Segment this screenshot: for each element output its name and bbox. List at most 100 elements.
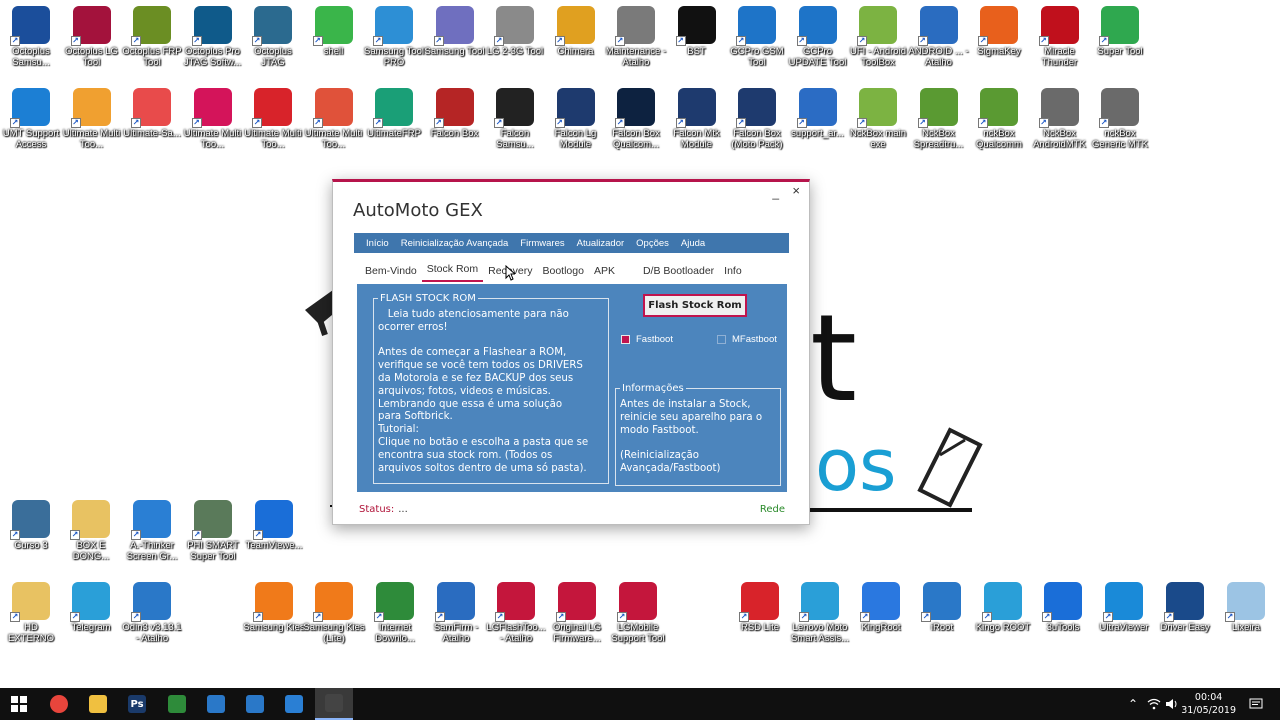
ultimate-multi-lg-icon[interactable]: ↗ <box>191 88 232 128</box>
desktop-shortcut[interactable]: ↗ Falcon Box Qualcom... <box>605 88 667 150</box>
curso-icon[interactable]: ↗ <box>10 500 50 540</box>
samsung-tool-pro-icon[interactable]: ↗ <box>373 6 413 46</box>
desktop-shortcut[interactable]: ↗ nckBox Qualcomm <box>968 88 1030 150</box>
falcon-mtk-icon[interactable]: ↗ <box>675 88 716 128</box>
screen-grabber-icon[interactable]: ↗ <box>131 500 171 540</box>
menu-reinicializacao-avancada[interactable]: Reinicialização Avançada <box>401 238 509 249</box>
taskbar-button[interactable] <box>158 688 196 720</box>
desktop-shortcut[interactable]: ↗ GCPro UPDATE Tool <box>787 6 849 68</box>
photoshop-icon[interactable]: Ps <box>128 695 146 713</box>
chimera-icon[interactable]: ↗ <box>554 6 595 46</box>
desktop-shortcut[interactable]: ↗ A.-Thinker Screen Gr... <box>121 500 183 562</box>
desktop-shortcut[interactable]: ↗ UltraViewer <box>1093 582 1155 633</box>
nckbox-main-icon[interactable]: ↗ <box>857 88 897 128</box>
fastboot-checkbox-box[interactable] <box>621 335 630 344</box>
desktop-shortcut[interactable]: ↗ Ultimate Multi Too... <box>242 88 304 150</box>
octoplus-icon[interactable]: ↗ <box>10 6 50 46</box>
desktop-shortcut[interactable]: ↗ Chimera <box>545 6 607 57</box>
falcon-lg-icon[interactable]: ↗ <box>554 88 595 128</box>
network-wifi-icon[interactable] <box>1146 688 1162 720</box>
teamviewer-icon[interactable]: ↗ <box>253 500 293 540</box>
desktop-shortcut[interactable]: ↗ Ultimate Multi Too... <box>61 88 123 150</box>
desktop-shortcut[interactable]: ↗ Falcon Samsu... <box>484 88 546 150</box>
menu-firmwares[interactable]: Firmwares <box>520 238 564 249</box>
super-tool-icon[interactable]: ↗ <box>1099 6 1139 46</box>
tab-info[interactable]: Info <box>719 265 747 282</box>
desktop-shortcut[interactable]: ↗ LGMobile Support Tool <box>607 582 669 644</box>
desktop-shortcut[interactable]: ↗ iRoot <box>911 582 973 633</box>
desktop-shortcut[interactable]: ↗ Ultimate Multi Too... <box>182 88 244 150</box>
automoto-icon[interactable] <box>325 694 343 712</box>
desktop-shortcut[interactable]: ↗ Lixeira <box>1215 582 1277 633</box>
desktop-shortcut[interactable]: ↗ UFI - Android ToolBox <box>847 6 909 68</box>
desktop-shortcut[interactable]: ↗ Samsung Tool <box>424 6 486 57</box>
desktop-shortcut[interactable]: ↗ Octoplus JTAG <box>242 6 304 68</box>
gcpro-gsm-icon[interactable]: ↗ <box>736 6 776 46</box>
taskbar-button[interactable] <box>197 688 235 720</box>
lg-tool-icon[interactable]: ↗ <box>494 6 534 46</box>
support-icon[interactable]: ↗ <box>796 88 837 128</box>
desktop-shortcut[interactable]: ↗ Internet Downlo... <box>364 582 426 644</box>
falcon-moto-icon[interactable]: ↗ <box>736 88 776 128</box>
desktop-shortcut[interactable]: ↗ Curso 3 <box>0 500 62 551</box>
miracle-thunder-icon[interactable]: ↗ <box>1038 6 1079 46</box>
desktop-shortcut[interactable]: ↗ Samsung Tool PRO <box>363 6 425 68</box>
falcon-samsung-icon[interactable]: ↗ <box>494 88 534 128</box>
desktop-shortcut[interactable]: ↗ Octoplus FRP Tool <box>121 6 183 68</box>
lg-flash-icon[interactable]: ↗ <box>495 582 535 622</box>
lenovo-moto-icon[interactable]: ↗ <box>799 582 839 622</box>
ultimate-multi-sd-icon[interactable]: ↗ <box>252 88 292 128</box>
idm-icon[interactable]: ↗ <box>374 582 414 622</box>
desktop-shortcut[interactable]: ↗ Samsung Kies <box>243 582 305 633</box>
desktop-shortcut[interactable]: ↗ nckBox Generic MTK <box>1089 88 1151 150</box>
odin-icon[interactable]: ↗ <box>131 582 171 622</box>
volume-icon[interactable] <box>1164 688 1180 720</box>
desktop-shortcut[interactable]: ↗ Miracle Thunder <box>1029 6 1091 68</box>
shell-icon[interactable]: ↗ <box>312 6 353 46</box>
octoplus-frp-icon[interactable]: ↗ <box>131 6 171 46</box>
desktop-shortcut[interactable]: ↗ LGFlashToo... - Atalho <box>485 582 547 644</box>
desktop-shortcut[interactable]: ↗ LG 2-3G Tool <box>484 6 546 57</box>
network-status-link[interactable]: Rede <box>760 504 785 515</box>
desktop-shortcut[interactable]: ↗ Ultimate Multi Too... <box>303 88 365 150</box>
falcon-box-icon[interactable]: ↗ <box>433 88 474 128</box>
octoplus-jtag-icon[interactable]: ↗ <box>252 6 292 46</box>
ufi-android-icon[interactable]: ↗ <box>857 6 897 46</box>
octoplus-pro-icon[interactable]: ↗ <box>191 6 232 46</box>
vpn-shield-icon[interactable] <box>207 695 225 713</box>
desktop-shortcut[interactable]: ↗ Falcon Mtk Module <box>666 88 728 150</box>
mfastboot-checkbox-box[interactable] <box>717 335 726 344</box>
desktop-shortcut[interactable]: ↗ Octoplus Samsu... <box>0 6 62 68</box>
desktop-shortcut[interactable]: ↗ SigmaKey <box>968 6 1030 57</box>
gcpro-update-icon[interactable]: ↗ <box>796 6 837 46</box>
lg-firmware-icon[interactable]: ↗ <box>556 582 596 622</box>
fastboot-checkbox[interactable]: Fastboot <box>621 334 673 345</box>
desktop-shortcut[interactable]: ↗ Falcon Box <box>424 88 486 139</box>
desktop-shortcut[interactable]: ↗ BST <box>666 6 728 57</box>
ultraviewer-icon[interactable]: ↗ <box>1103 582 1143 622</box>
ultimate-frp-icon[interactable]: ↗ <box>373 88 413 128</box>
close-button[interactable]: × <box>792 183 800 198</box>
taskbar-button[interactable] <box>40 688 78 720</box>
taskbar-button[interactable] <box>315 688 353 720</box>
desktop-shortcut[interactable]: ↗ NckBox main exe <box>847 88 909 150</box>
desktop-shortcut[interactable]: ↗ Driver Easy <box>1154 582 1216 633</box>
desktop-shortcut[interactable]: ↗ Original LG Firmware... <box>546 582 608 644</box>
desktop-shortcut[interactable]: ↗ Super Tool <box>1089 6 1151 57</box>
maintenance-icon[interactable]: ↗ <box>615 6 655 46</box>
nckbox-qualcomm-icon[interactable]: ↗ <box>978 88 1018 128</box>
samfirm-icon[interactable]: ↗ <box>435 582 475 622</box>
ultimate-sa-icon[interactable]: ↗ <box>131 88 171 128</box>
tray-chevron-icon[interactable]: ⌃ <box>1126 688 1140 720</box>
ultimate-multi-phone-icon[interactable]: ↗ <box>312 88 353 128</box>
octoplus-lg-icon[interactable]: ↗ <box>70 6 111 46</box>
samsung-kies-lite-icon[interactable]: ↗ <box>313 582 353 622</box>
notifications-icon[interactable] <box>1244 688 1268 720</box>
minimize-button[interactable]: _ <box>772 186 779 200</box>
desktop-shortcut[interactable]: ↗ PHI SMART Super Tool <box>182 500 244 562</box>
windows-start-icon[interactable] <box>10 695 28 713</box>
desktop-shortcut[interactable]: ↗ UMT Support Access <box>0 88 62 150</box>
desktop-shortcut[interactable]: ↗ support_ar... <box>787 88 849 139</box>
desktop-shortcut[interactable]: ↗ GCPro GSM Tool <box>726 6 788 68</box>
tab-apk[interactable]: APK <box>589 265 620 282</box>
